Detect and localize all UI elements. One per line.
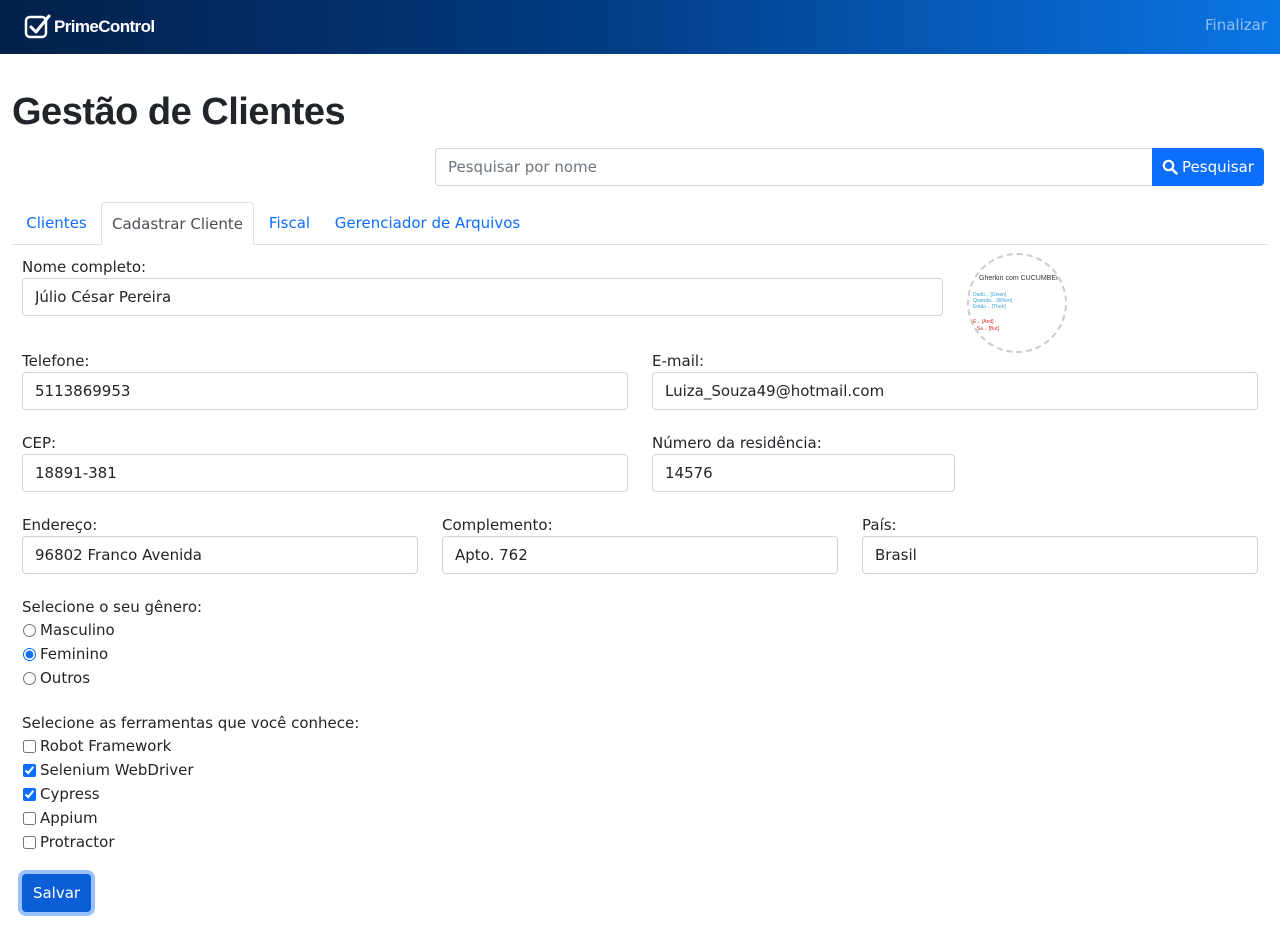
endereco-label: Endereço:: [22, 516, 98, 534]
radio-outros[interactable]: [23, 671, 36, 685]
complemento-label: Complemento:: [442, 516, 553, 534]
checkbox-appium-label: Appium: [40, 809, 98, 827]
pais-label: País:: [862, 516, 897, 534]
radio-feminino[interactable]: [23, 647, 36, 661]
nome-label: Nome completo:: [22, 258, 147, 276]
cep-field[interactable]: [22, 454, 628, 492]
finalizar-link[interactable]: Finalizar: [1205, 16, 1267, 34]
checkbox-robot-framework-label: Robot Framework: [40, 737, 172, 755]
pais-field[interactable]: [862, 536, 1258, 574]
gherkin-then: Então... [Then]: [973, 304, 1006, 310]
search-input[interactable]: [435, 148, 1152, 186]
tab-clientes[interactable]: Clientes: [12, 202, 101, 244]
genero-option-masculino[interactable]: Masculino: [22, 620, 115, 640]
radio-masculino-label: Masculino: [40, 621, 115, 639]
complemento-field[interactable]: [442, 536, 838, 574]
ferramenta-option-selenium[interactable]: Selenium WebDriver: [22, 760, 194, 780]
checkbox-cypress-label: Cypress: [40, 785, 100, 803]
search-button-label: Pesquisar: [1182, 158, 1254, 176]
checkbox-selenium-webdriver-label: Selenium WebDriver: [40, 761, 194, 779]
genero-label: Selecione o seu gênero:: [22, 598, 203, 616]
email-label: E-mail:: [652, 352, 705, 370]
tab-cadastrar-cliente[interactable]: Cadastrar Cliente: [101, 202, 254, 245]
tab-gerenciador-de-arquivos[interactable]: Gerenciador de Arquivos: [325, 202, 530, 244]
search-button[interactable]: Pesquisar: [1152, 148, 1264, 186]
radio-outros-label: Outros: [40, 669, 91, 687]
genero-option-feminino[interactable]: Feminino: [22, 644, 108, 664]
checkbox-cypress[interactable]: [23, 787, 36, 801]
radio-feminino-label: Feminino: [40, 645, 109, 663]
gherkin-image: Gherkin com CUCUMBER Dado... [Given] Qua…: [973, 275, 1061, 332]
cep-label: CEP:: [22, 434, 57, 452]
brand-logo[interactable]: PrimeControl: [24, 12, 155, 42]
email-field[interactable]: [652, 372, 1258, 410]
tab-bar: Clientes Cadastrar Cliente Fiscal Gerenc…: [12, 202, 1268, 245]
telefone-label: Telefone:: [22, 352, 90, 370]
checkbox-protractor-label: Protractor: [40, 833, 115, 851]
checkbox-robot-framework[interactable]: [23, 739, 36, 753]
tab-fiscal[interactable]: Fiscal: [254, 202, 325, 244]
checkbox-logo-icon: [24, 14, 51, 39]
gherkin-title: Gherkin com CUCUMBER: [979, 275, 1061, 282]
brand-name: PrimeControl: [54, 17, 155, 36]
search-icon: [1162, 159, 1178, 175]
ferramenta-option-robot[interactable]: Robot Framework: [22, 736, 171, 756]
genero-option-outros[interactable]: Outros: [22, 668, 90, 688]
endereco-field[interactable]: [22, 536, 418, 574]
gherkin-but: Se... [But]: [977, 326, 1000, 332]
ferramenta-option-appium[interactable]: Appium: [22, 808, 98, 828]
top-navbar: PrimeControl Finalizar: [0, 0, 1280, 54]
numero-label: Número da residência:: [652, 434, 822, 452]
nome-field[interactable]: [22, 278, 943, 316]
radio-masculino[interactable]: [23, 623, 36, 637]
telefone-field[interactable]: [22, 372, 628, 410]
save-button[interactable]: Salvar: [22, 874, 91, 912]
checkbox-appium[interactable]: [23, 811, 36, 825]
checkbox-protractor[interactable]: [23, 835, 36, 849]
page-title: Gestão de Clientes: [12, 91, 346, 133]
ferramenta-option-cypress[interactable]: Cypress: [22, 784, 100, 804]
checkbox-selenium-webdriver[interactable]: [23, 763, 36, 777]
ferramentas-label: Selecione as ferramentas que você conhec…: [22, 714, 360, 732]
avatar-upload[interactable]: Gherkin com CUCUMBER Dado... [Given] Qua…: [967, 253, 1067, 353]
numero-field[interactable]: [652, 454, 955, 492]
gherkin-and: E... [And]: [973, 319, 994, 325]
ferramenta-option-protractor[interactable]: Protractor: [22, 832, 115, 852]
